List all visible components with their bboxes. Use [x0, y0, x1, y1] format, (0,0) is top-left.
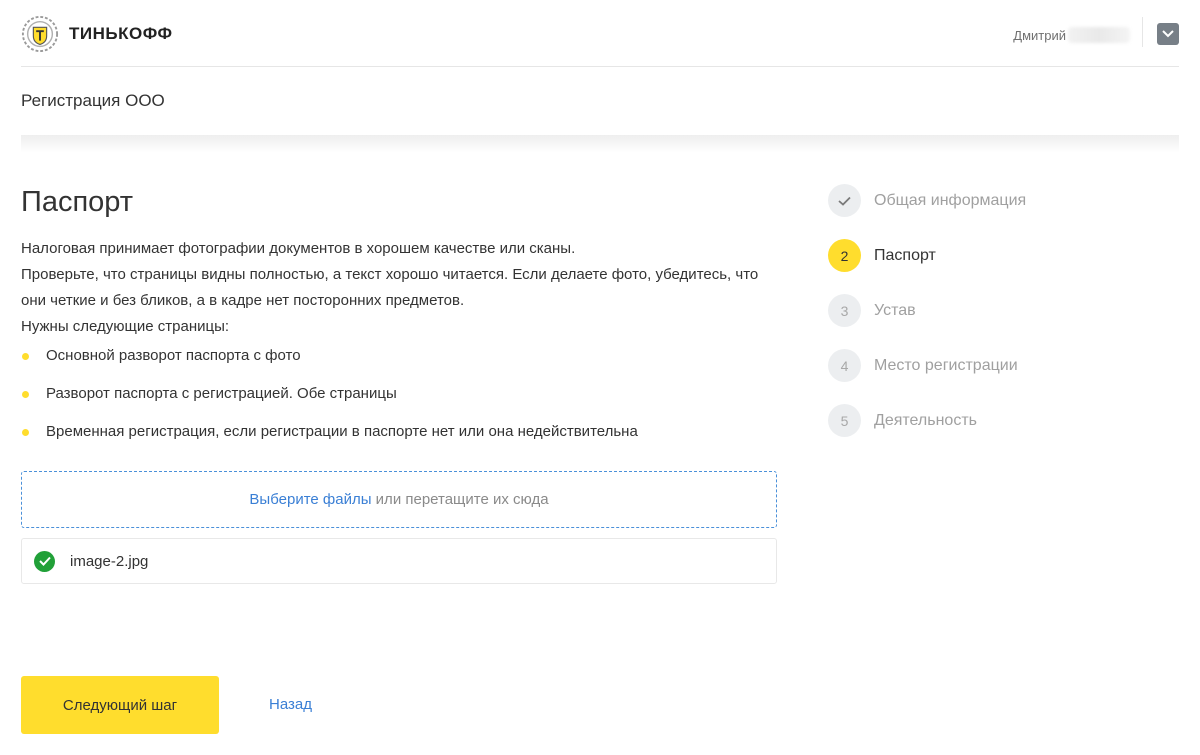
requirements-list: Основной разворот паспорта с фото Развор…: [21, 346, 638, 460]
step-item-general-info[interactable]: Общая информация: [828, 184, 1026, 239]
drop-hint: или перетащите их сюда: [371, 491, 549, 508]
step-item-charter[interactable]: 3 Устав: [828, 294, 1026, 349]
list-item: Временная регистрация, если регистрации …: [21, 422, 638, 460]
bullet-icon: [22, 391, 29, 398]
user-surname-blurred: [1068, 27, 1130, 43]
header-divider: [1142, 17, 1143, 47]
intro-line: Нужны следующие страницы:: [21, 318, 230, 335]
tinkoff-emblem-icon: [21, 15, 59, 53]
step-marker: 5: [828, 404, 861, 437]
step-item-registration-place[interactable]: 4 Место регистрации: [828, 349, 1026, 404]
subheader: Регистрация ООО: [21, 67, 1179, 135]
step-marker: 4: [828, 349, 861, 382]
step-item-activity[interactable]: 5 Деятельность: [828, 404, 1026, 459]
step-label: Паспорт: [874, 247, 936, 264]
checkmark-icon: [838, 196, 851, 206]
brand-logo[interactable]: ТИНЬКОФФ: [21, 15, 173, 53]
list-item: Основной разворот паспорта с фото: [21, 346, 638, 384]
step-marker: 2: [828, 239, 861, 272]
list-item-text: Временная регистрация, если регистрации …: [46, 423, 638, 440]
bullet-icon: [22, 429, 29, 436]
user-menu-button[interactable]: [1157, 23, 1179, 45]
file-dropzone[interactable]: Выберите файлы или перетащите их сюда: [21, 471, 777, 528]
user-first-name: Дмитрий: [1013, 27, 1066, 43]
step-label: Общая информация: [874, 192, 1027, 209]
top-header: ТИНЬКОФФ Дмитрий: [0, 0, 1200, 67]
user-info[interactable]: Дмитрий: [1013, 27, 1130, 43]
bullet-icon: [22, 353, 29, 360]
page-title: Паспорт: [21, 186, 134, 218]
step-label: Устав: [874, 302, 916, 319]
step-label: Деятельность: [874, 412, 977, 429]
step-marker: 3: [828, 294, 861, 327]
intro-line: Налоговая принимает фотографии документо…: [21, 240, 576, 257]
steps-sidebar: Общая информация 2 Паспорт 3 Устав 4 Мес…: [828, 184, 1026, 459]
list-item: Разворот паспорта с регистрацией. Обе ст…: [21, 384, 638, 422]
uploaded-file: image-2.jpg: [21, 538, 777, 584]
list-item-text: Разворот паспорта с регистрацией. Обе ст…: [46, 385, 397, 402]
intro-text: Налоговая принимает фотографии документо…: [21, 236, 781, 340]
list-item-text: Основной разворот паспорта с фото: [46, 347, 301, 364]
step-label: Место регистрации: [874, 357, 1018, 374]
step-item-passport[interactable]: 2 Паспорт: [828, 239, 1026, 294]
section-title: Регистрация ООО: [21, 91, 165, 110]
file-name: image-2.jpg: [70, 552, 149, 570]
step-marker: [828, 184, 861, 217]
next-step-button[interactable]: Следующий шаг: [21, 676, 219, 734]
check-circle-icon: [34, 550, 55, 572]
chevron-down-icon: [1162, 30, 1174, 38]
back-link[interactable]: Назад: [269, 696, 312, 713]
brand-name: ТИНЬКОФФ: [69, 24, 173, 43]
intro-line: Проверьте, что страницы видны полностью,…: [21, 266, 759, 309]
choose-files-link[interactable]: Выберите файлы: [249, 491, 371, 508]
subheader-shadow: [21, 135, 1179, 153]
